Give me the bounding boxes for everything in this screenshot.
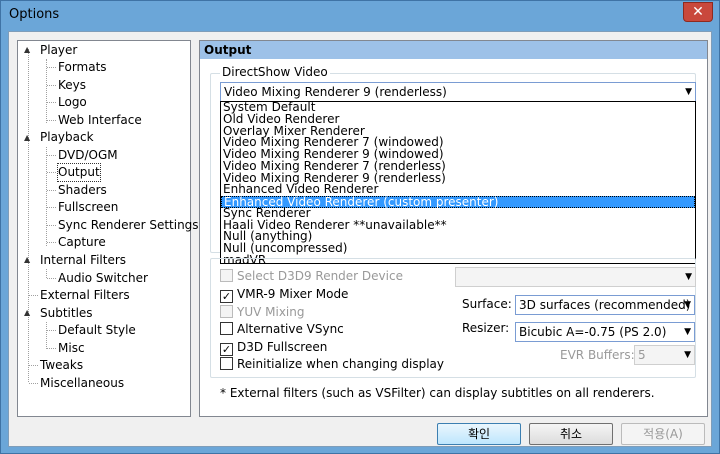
- check-icon: ✓: [220, 290, 233, 303]
- subtitle-note: * External filters (such as VSFilter) ca…: [220, 386, 655, 400]
- renderer-dropdown-list[interactable]: System Default Old Video Renderer Overlay …: [220, 101, 696, 266]
- tree-item-miscellaneous[interactable]: Miscellaneous: [40, 375, 124, 392]
- chevron-down-icon: ▼: [685, 272, 692, 282]
- cancel-button[interactable]: 취소: [529, 423, 613, 445]
- tree-item-audio-switcher[interactable]: Audio Switcher: [58, 270, 148, 287]
- tree-item-capture[interactable]: Capture: [58, 234, 106, 251]
- tree-item-tweaks[interactable]: Tweaks: [40, 357, 83, 374]
- check-icon: ✓: [220, 343, 233, 356]
- panel-header: Output: [200, 41, 707, 59]
- evr-buffers-label: EVR Buffers:: [560, 348, 635, 362]
- options-window: Options ✕ ▲ Player Formats Keys Logo Web…: [0, 0, 720, 454]
- tree-item-keys[interactable]: Keys: [58, 77, 86, 94]
- evr-buffers-select: 5 ▼: [634, 345, 695, 365]
- tree-item-internal-filters[interactable]: Internal Filters: [40, 252, 126, 269]
- reinitialize-checkbox[interactable]: Reinitialize when changing display: [220, 357, 444, 372]
- collapse-playback-icon[interactable]: ▲: [24, 133, 30, 142]
- surface-label: Surface:: [462, 297, 512, 311]
- yuv-mixing-checkbox: YUV Mixing: [220, 305, 304, 320]
- tree-item-logo[interactable]: Logo: [58, 94, 87, 111]
- tree-item-sync-renderer-settings[interactable]: Sync Renderer Settings: [58, 217, 199, 234]
- resizer-select[interactable]: Bicubic A=-0.75 (PS 2.0) ▼: [515, 322, 695, 342]
- tree-item-playback[interactable]: Playback: [40, 129, 94, 146]
- d3d-fullscreen-checkbox[interactable]: ✓ D3D Fullscreen: [220, 340, 327, 356]
- chevron-down-icon: ▼: [685, 87, 692, 97]
- ok-button[interactable]: 확인: [437, 423, 521, 445]
- renderer-option[interactable]: Null (uncompressed): [221, 242, 695, 255]
- resizer-label: Resizer:: [462, 321, 510, 335]
- directshow-selected-value: Video Mixing Renderer 9 (renderless): [224, 85, 447, 99]
- chevron-down-icon: ▼: [684, 300, 691, 310]
- tree-item-subtitles[interactable]: Subtitles: [40, 305, 93, 322]
- d3d9-device-select: ▼: [455, 267, 696, 287]
- tree-item-default-style[interactable]: Default Style: [58, 322, 136, 339]
- tree-item-misc[interactable]: Misc: [58, 340, 85, 357]
- close-icon: ✕: [692, 4, 704, 20]
- collapse-internal-filters-icon[interactable]: ▲: [24, 255, 30, 264]
- apply-button: 적용(A): [621, 423, 705, 445]
- tree-item-fullscreen[interactable]: Fullscreen: [58, 199, 118, 216]
- close-button[interactable]: ✕: [683, 2, 713, 22]
- directshow-renderer-select[interactable]: Video Mixing Renderer 9 (renderless) ▼: [220, 82, 696, 102]
- tree-item-player[interactable]: Player: [40, 42, 77, 59]
- collapse-subtitles-icon[interactable]: ▲: [24, 308, 30, 317]
- output-panel: Output DirectShow Video Video Mixing Ren…: [199, 40, 708, 417]
- chevron-down-icon: ▼: [684, 327, 691, 337]
- vmr9-mixer-checkbox[interactable]: ✓ VMR-9 Mixer Mode: [220, 287, 348, 303]
- tree-item-dvd-ogm[interactable]: DVD/OGM: [58, 147, 118, 164]
- select-d3d9-checkbox: Select D3D9 Render Device: [220, 269, 403, 284]
- directshow-label: DirectShow Video: [220, 65, 330, 79]
- tree-item-external-filters[interactable]: External Filters: [40, 287, 130, 304]
- tree-item-web-interface[interactable]: Web Interface: [58, 112, 142, 129]
- title-bar[interactable]: Options ✕: [1, 1, 719, 31]
- window-title: Options: [9, 7, 60, 22]
- dialog-body: ▲ Player Formats Keys Logo Web Interface…: [8, 31, 712, 447]
- tree-item-output[interactable]: Output: [57, 163, 101, 182]
- chevron-down-icon: ▼: [684, 350, 691, 360]
- options-tree[interactable]: ▲ Player Formats Keys Logo Web Interface…: [17, 40, 199, 417]
- collapse-player-icon[interactable]: ▲: [24, 45, 30, 54]
- surface-select[interactable]: 3D surfaces (recommended) ▼: [515, 295, 695, 315]
- tree-item-shaders[interactable]: Shaders: [58, 182, 107, 199]
- alternative-vsync-checkbox[interactable]: Alternative VSync: [220, 322, 344, 337]
- tree-item-formats[interactable]: Formats: [58, 59, 107, 76]
